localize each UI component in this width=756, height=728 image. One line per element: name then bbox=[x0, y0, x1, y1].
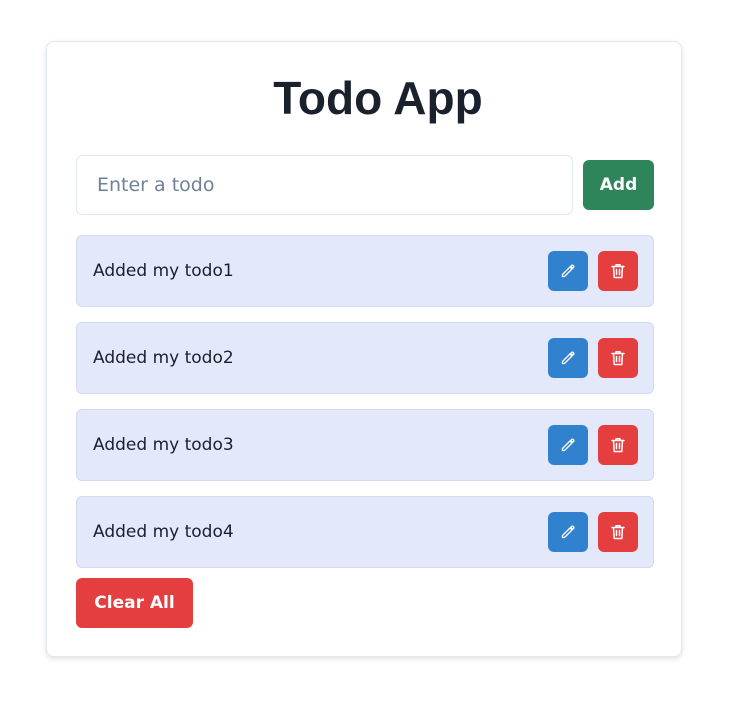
todo-text: Added my todo3 bbox=[93, 435, 234, 455]
delete-todo-button[interactable] bbox=[598, 251, 638, 291]
add-button[interactable]: Add bbox=[583, 160, 654, 210]
page-title: Todo App bbox=[273, 72, 483, 124]
delete-todo-button[interactable] bbox=[598, 338, 638, 378]
todo-item: Added my todo2 bbox=[76, 322, 654, 394]
todo-item: Added my todo4 bbox=[76, 496, 654, 568]
todo-input[interactable] bbox=[76, 155, 573, 215]
delete-todo-button[interactable] bbox=[598, 512, 638, 552]
pencil-icon bbox=[561, 438, 575, 452]
clear-all-button[interactable]: Clear All bbox=[76, 578, 193, 628]
pencil-icon bbox=[561, 525, 575, 539]
todo-text: Added my todo4 bbox=[93, 522, 234, 542]
edit-todo-button[interactable] bbox=[548, 338, 588, 378]
trash-icon bbox=[611, 524, 625, 540]
todo-input-row: Add bbox=[76, 155, 654, 215]
todo-text: Added my todo1 bbox=[93, 261, 234, 281]
todo-item: Added my todo3 bbox=[76, 409, 654, 481]
todo-list: Added my todo1 Added my todo2 Added my t… bbox=[76, 235, 654, 583]
delete-todo-button[interactable] bbox=[598, 425, 638, 465]
edit-todo-button[interactable] bbox=[548, 251, 588, 291]
todo-item: Added my todo1 bbox=[76, 235, 654, 307]
pencil-icon bbox=[561, 264, 575, 278]
trash-icon bbox=[611, 350, 625, 366]
trash-icon bbox=[611, 263, 625, 279]
edit-todo-button[interactable] bbox=[548, 512, 588, 552]
todo-text: Added my todo2 bbox=[93, 348, 234, 368]
pencil-icon bbox=[561, 351, 575, 365]
trash-icon bbox=[611, 437, 625, 453]
edit-todo-button[interactable] bbox=[548, 425, 588, 465]
